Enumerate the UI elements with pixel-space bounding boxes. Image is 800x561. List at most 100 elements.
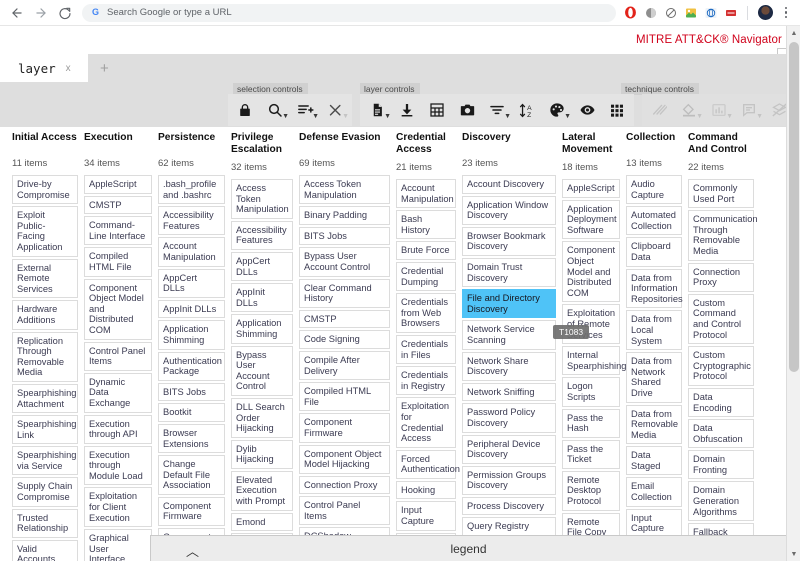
technique-cell[interactable]: Supply Chain Compromise: [12, 477, 78, 507]
technique-cell[interactable]: Exploitation for Credential Access: [396, 397, 456, 448]
technique-cell[interactable]: Binary Padding: [299, 206, 390, 225]
technique-cell[interactable]: External Remote Services: [12, 258, 78, 299]
scroll-up-button[interactable]: ▲: [787, 26, 800, 40]
technique-cell[interactable]: Component Firmware: [158, 496, 225, 527]
technique-cell[interactable]: Credential Dumping: [396, 261, 456, 292]
technique-cell[interactable]: Browser Bookmark Discovery: [462, 226, 556, 256]
download-icon[interactable]: [392, 95, 422, 125]
technique-cell[interactable]: Data Staged: [626, 446, 682, 476]
technique-cell[interactable]: Graphical User Interface: [84, 529, 152, 561]
technique-cell[interactable]: Domain Generation Algorithms: [688, 481, 754, 522]
technique-cell[interactable]: Credentials in Registry: [396, 366, 456, 396]
technique-cell[interactable]: Input Capture: [626, 508, 682, 538]
technique-cell[interactable]: Network Share Discovery: [462, 351, 556, 381]
technique-cell[interactable]: Credentials from Web Browsers: [396, 293, 456, 333]
chevron-up-icon[interactable]: ︿: [186, 541, 199, 560]
technique-cell[interactable]: Forced Authentication: [396, 449, 460, 479]
technique-cell[interactable]: Data Encoding: [688, 387, 754, 418]
technique-cell[interactable]: AppCert DLLs: [231, 251, 293, 282]
technique-cell[interactable]: Logon Scripts: [562, 377, 620, 407]
technique-cell[interactable]: .bash_profile and .bashrc: [158, 175, 225, 205]
technique-cell[interactable]: Code Signing: [299, 330, 390, 349]
technique-cell[interactable]: Dylib Hijacking: [231, 439, 293, 469]
technique-cell[interactable]: Execution through API: [84, 414, 152, 444]
technique-cell[interactable]: BITS Jobs: [158, 382, 225, 402]
hatch-fill-icon[interactable]: [644, 95, 674, 125]
technique-cell[interactable]: Connection Proxy: [299, 475, 390, 495]
technique-cell[interactable]: Account Manipulation: [396, 179, 456, 209]
technique-cell[interactable]: AppleScript: [562, 179, 620, 198]
technique-cell[interactable]: AppCert DLLs: [158, 268, 225, 298]
technique-cell[interactable]: Application Shimming: [158, 320, 225, 350]
technique-cell[interactable]: Authentication Package: [158, 351, 225, 381]
technique-cell[interactable]: CMSTP: [84, 195, 152, 215]
back-arrow-icon[interactable]: [6, 2, 28, 24]
technique-cell[interactable]: CMSTP: [299, 309, 390, 329]
tab-layer[interactable]: layer x: [0, 54, 88, 82]
sort-icon[interactable]: AZ: [512, 95, 542, 125]
technique-cell[interactable]: Automated Collection: [626, 206, 682, 236]
technique-cell[interactable]: Execution through Module Load: [84, 445, 152, 486]
technique-cell[interactable]: AppInit DLLs: [158, 299, 225, 319]
technique-cell[interactable]: Network Service Scanning: [462, 320, 556, 350]
technique-cell[interactable]: Query Registry: [462, 517, 556, 537]
technique-cell[interactable]: Password Policy Discovery: [462, 403, 556, 433]
export-table-icon[interactable]: [422, 95, 452, 125]
visibility-icon[interactable]: [572, 95, 602, 125]
technique-cell[interactable]: Spearphishing Link: [12, 415, 78, 445]
technique-cell[interactable]: Elevated Execution with Prompt: [231, 470, 293, 511]
technique-cell[interactable]: Component Firmware: [299, 413, 390, 443]
forward-arrow-icon[interactable]: [30, 2, 52, 24]
comment-icon[interactable]: ▼: [734, 95, 764, 125]
technique-cell[interactable]: Email Collection: [626, 477, 682, 507]
layer-info-icon[interactable]: ▼: [362, 95, 392, 125]
technique-cell[interactable]: Audio Capture: [626, 175, 682, 205]
technique-cell[interactable]: Replication Through Removable Media: [12, 331, 78, 382]
search-icon[interactable]: ▼: [260, 95, 290, 125]
technique-cell[interactable]: AppleScript: [84, 175, 152, 194]
legend-bar[interactable]: ︿ legend: [150, 535, 786, 561]
technique-cell[interactable]: Commonly Used Port: [688, 179, 754, 209]
technique-cell[interactable]: Trusted Relationship: [12, 508, 78, 538]
technique-cell[interactable]: Component Object Model Hijacking: [299, 444, 390, 474]
address-bar[interactable]: G Search Google or type a URL: [82, 3, 616, 22]
technique-cell[interactable]: Compile After Delivery: [299, 350, 390, 381]
technique-cell[interactable]: Access Token Manipulation: [299, 175, 390, 205]
technique-cell[interactable]: Exploitation for Client Execution: [84, 487, 152, 528]
paint-bucket-icon[interactable]: ▼: [674, 95, 704, 125]
technique-cell[interactable]: Drive-by Compromise: [12, 175, 78, 205]
technique-cell[interactable]: Bootkit: [158, 403, 225, 422]
technique-cell[interactable]: Compiled HTML File: [84, 247, 152, 277]
technique-matrix[interactable]: Initial Access 11 items Drive-by Compromis…: [0, 127, 786, 561]
clear-selection-icon[interactable]: ▼: [320, 95, 350, 125]
globe-icon[interactable]: [704, 6, 717, 19]
image-icon[interactable]: [684, 6, 697, 19]
technique-cell[interactable]: Account Discovery: [462, 175, 556, 194]
technique-cell[interactable]: Peripheral Device Discovery: [462, 434, 556, 464]
technique-cell[interactable]: Data from Information Repositories: [626, 268, 683, 309]
technique-cell[interactable]: Pass the Hash: [562, 408, 620, 438]
block-icon[interactable]: [664, 6, 677, 19]
close-icon[interactable]: x: [66, 63, 71, 74]
technique-cell[interactable]: Hardware Additions: [12, 300, 78, 330]
reload-icon[interactable]: [54, 2, 76, 24]
technique-cell[interactable]: Application Window Discovery: [462, 195, 556, 225]
technique-cell[interactable]: Component Object Model and Distributed C…: [84, 278, 152, 340]
technique-cell[interactable]: Domain Trust Discovery: [462, 257, 556, 288]
technique-cell[interactable]: Remote Desktop Protocol: [562, 470, 620, 511]
technique-cell[interactable]: Component Object Model and Distributed C…: [562, 241, 620, 303]
technique-cell[interactable]: Compiled HTML File: [299, 382, 390, 412]
lock-icon[interactable]: [230, 95, 260, 125]
technique-cell[interactable]: Spearphishing via Service: [12, 446, 78, 476]
technique-cell[interactable]: Permission Groups Discovery: [462, 465, 556, 495]
technique-cell[interactable]: Bypass User Account Control: [299, 247, 390, 277]
technique-cell[interactable]: DLL Search Order Hijacking: [231, 397, 293, 438]
scroll-down-button[interactable]: ▼: [787, 547, 800, 561]
technique-cell[interactable]: Bypass User Account Control: [231, 345, 293, 396]
technique-cell[interactable]: Data from Local System: [626, 310, 682, 351]
technique-cell[interactable]: Data from Removable Media: [626, 404, 682, 445]
technique-cell[interactable]: Data from Network Shared Drive: [626, 352, 682, 403]
color-palette-icon[interactable]: ▼: [542, 95, 572, 125]
technique-cell[interactable]: Communication Through Removable Media: [688, 210, 758, 261]
technique-cell[interactable]: Browser Extensions: [158, 423, 225, 454]
